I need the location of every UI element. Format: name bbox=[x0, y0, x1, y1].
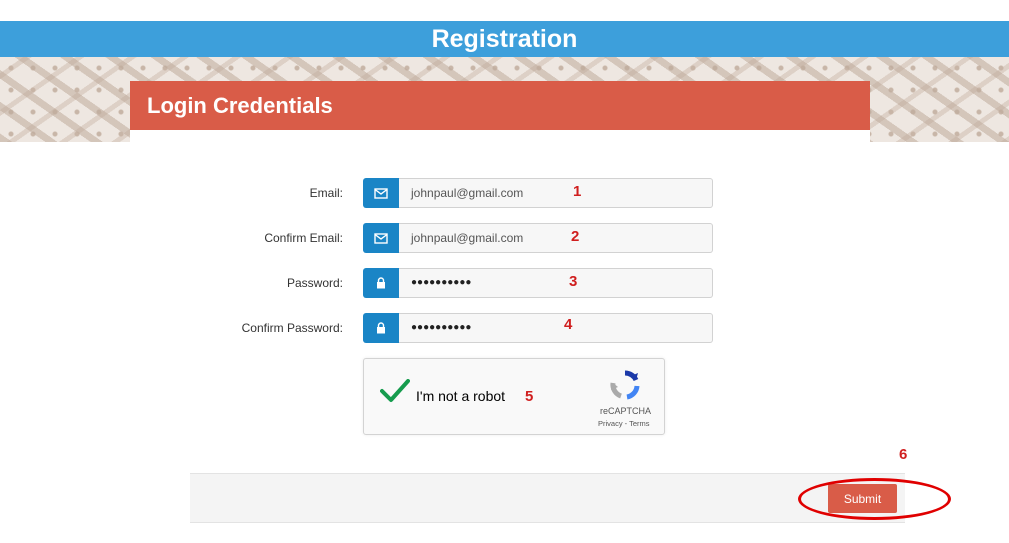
checkmark-icon bbox=[380, 379, 410, 402]
recaptcha-label: I'm not a robot bbox=[416, 388, 506, 404]
recaptcha-checkbox[interactable] bbox=[380, 379, 410, 408]
email-field[interactable]: johnpaul@gmail.com bbox=[399, 178, 713, 208]
password-row: Password: ●●●●●●●●●● bbox=[0, 268, 1009, 298]
page-title: Registration bbox=[0, 21, 1009, 57]
envelope-icon bbox=[363, 223, 399, 253]
envelope-icon bbox=[363, 178, 399, 208]
annotation-6: 6 bbox=[899, 446, 908, 463]
password-input-group: ●●●●●●●●●● bbox=[363, 268, 713, 298]
email-row: Email: johnpaul@gmail.com bbox=[0, 178, 1009, 208]
confirm-email-input-group: johnpaul@gmail.com bbox=[363, 223, 713, 253]
lock-icon bbox=[363, 313, 399, 343]
confirm-email-row: Confirm Email: johnpaul@gmail.com bbox=[0, 223, 1009, 253]
password-field[interactable]: ●●●●●●●●●● bbox=[399, 268, 713, 298]
highlight-ellipse bbox=[798, 478, 951, 520]
recaptcha-widget: I'm not a robot reCAPTCHA Privacy - Term… bbox=[363, 358, 665, 435]
panel-body bbox=[130, 130, 870, 142]
password-label: Password: bbox=[286, 276, 343, 290]
recaptcha-logo-icon bbox=[609, 369, 641, 406]
annotation-4: 4 bbox=[564, 316, 573, 333]
annotation-5: 5 bbox=[525, 388, 534, 405]
recaptcha-privacy-terms-links[interactable]: Privacy - Terms bbox=[598, 419, 650, 428]
annotation-1: 1 bbox=[573, 183, 582, 200]
top-strip bbox=[0, 0, 1009, 21]
confirm-email-label: Confirm Email: bbox=[264, 231, 343, 245]
confirm-password-row: Confirm Password: ●●●●●●●●●● bbox=[0, 313, 1009, 343]
confirm-email-field[interactable]: johnpaul@gmail.com bbox=[399, 223, 713, 253]
lock-icon bbox=[363, 268, 399, 298]
confirm-password-field[interactable]: ●●●●●●●●●● bbox=[399, 313, 713, 343]
email-input-group: johnpaul@gmail.com bbox=[363, 178, 713, 208]
annotation-3: 3 bbox=[569, 273, 578, 290]
recaptcha-brand: reCAPTCHA bbox=[600, 406, 652, 416]
panel-title: Login Credentials bbox=[130, 81, 870, 130]
email-label: Email: bbox=[309, 186, 343, 200]
confirm-password-input-group: ●●●●●●●●●● bbox=[363, 313, 713, 343]
annotation-2: 2 bbox=[571, 228, 580, 245]
confirm-password-label: Confirm Password: bbox=[241, 321, 343, 335]
